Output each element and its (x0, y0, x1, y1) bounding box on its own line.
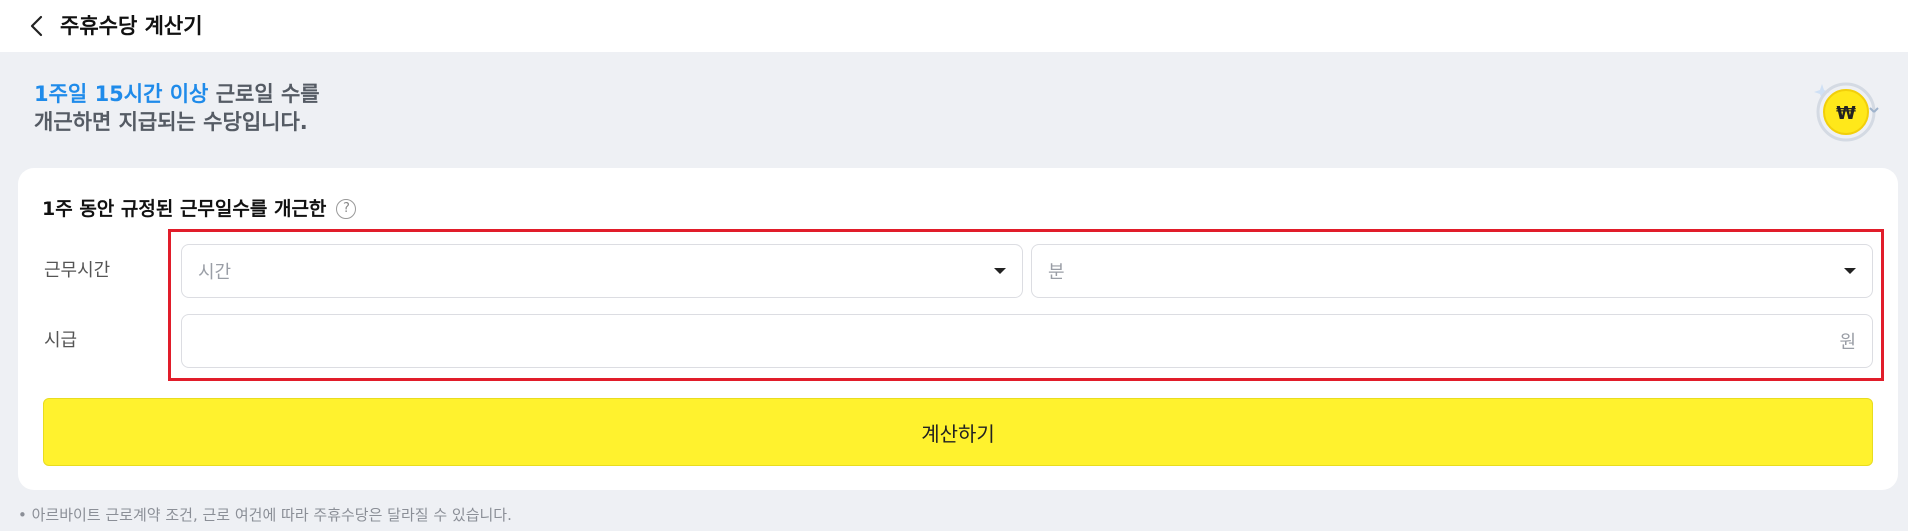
section-title-text: 1주 동안 규정된 근무일수를 개근한 (42, 198, 327, 220)
work-time-label: 근무시간 (44, 260, 111, 281)
footnote: • 아르바이트 근로계약 조건, 근로 여건에 따라 주휴수당은 달라질 수 있… (18, 506, 512, 524)
minutes-select[interactable]: 분 (1031, 244, 1873, 298)
intro-text: 1주일 15시간 이상 근로일 수를 개근하면 지급되는 수당입니다. (34, 80, 320, 136)
section-title: 1주 동안 규정된 근무일수를 개근한 ? (42, 194, 357, 224)
hours-select-placeholder: 시간 (198, 262, 232, 283)
caret-down-icon (1844, 268, 1856, 274)
help-icon[interactable]: ? (336, 199, 357, 219)
hourly-wage-input[interactable]: 원 (181, 314, 1873, 368)
calculate-button[interactable]: 계산하기 (43, 398, 1873, 466)
hours-select[interactable]: 시간 (181, 244, 1023, 298)
top-bar: 주휴수당 계산기 (0, 0, 1908, 52)
caret-down-icon (994, 268, 1006, 274)
back-button[interactable] (20, 10, 52, 42)
wage-unit: 원 (1839, 332, 1856, 353)
intro-line1: 근로일 수를 (208, 82, 320, 106)
minutes-select-placeholder: 분 (1048, 262, 1065, 283)
svg-text:₩: ₩ (1836, 103, 1856, 124)
chevron-left-icon (30, 15, 43, 37)
page-title: 주휴수당 계산기 (60, 14, 203, 38)
wage-label: 시급 (44, 330, 78, 351)
won-coin-icon: ₩ (1814, 82, 1879, 142)
intro-line2: 개근하면 지급되는 수당입니다. (34, 110, 308, 134)
intro-highlight: 1주일 15시간 이상 (34, 82, 209, 106)
coin-illustration: ₩ (1808, 76, 1880, 148)
